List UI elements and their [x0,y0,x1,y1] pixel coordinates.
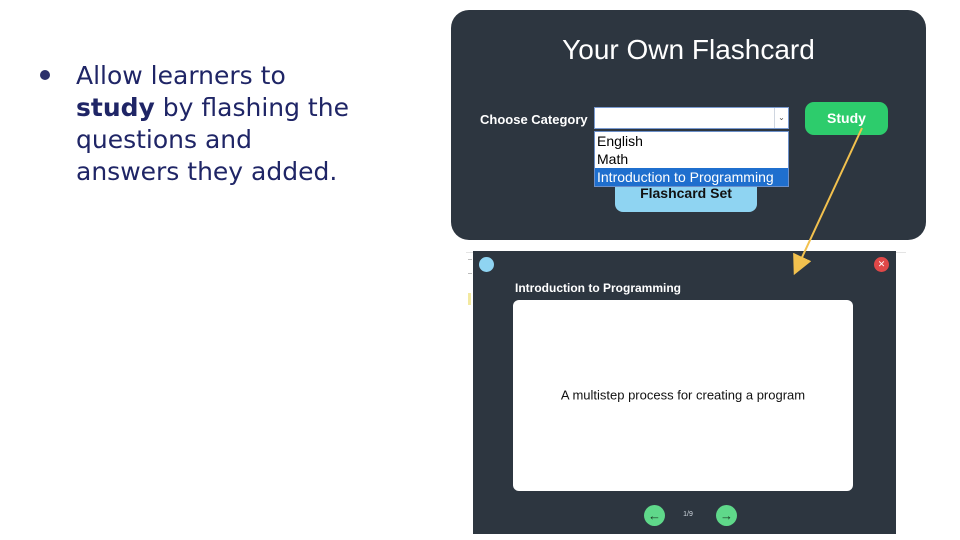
dropdown-option-english[interactable]: English [595,132,788,150]
chevron-down-icon[interactable]: ⌄ [774,108,788,128]
bullet-line-4: answers they added. [76,157,338,186]
close-icon[interactable]: ✕ [874,257,889,272]
bullet-dot [40,70,50,80]
bullet-bold-word: study [76,93,155,122]
flashcard-panel: Your Own Flashcard Choose Category Flash… [451,10,926,240]
category-select[interactable]: ⌄ [594,107,789,129]
dropdown-option-math[interactable]: Math [595,150,788,168]
dropdown-option-intro-programming[interactable]: Introduction to Programming [595,168,788,186]
study-button[interactable]: Study [805,102,888,135]
modal-indicator-dot [479,257,494,272]
card-counter: 1/9 [683,511,693,518]
bullet-line-3: questions and [76,125,253,154]
modal-title: Introduction to Programming [515,281,681,295]
category-label: Choose Category [480,112,588,127]
panel-title: Your Own Flashcard [562,34,815,65]
bullet-text: Allow learners to study by flashing the … [76,60,360,188]
bullet-point: Allow learners to study by flashing the … [40,60,360,188]
flashcard-set-label: Flashcard Set [640,185,732,201]
bullet-line-1: Allow learners to [76,61,286,90]
flashcard-text: A multistep process for creating a progr… [560,387,806,403]
arrow-right-icon[interactable]: → [716,505,737,526]
study-modal: ✕ Introduction to Programming A multiste… [473,251,896,534]
bullet-line-2: by flashing the [154,93,349,122]
arrow-left-icon[interactable]: ← [644,505,665,526]
flashcard[interactable]: A multistep process for creating a progr… [513,300,853,491]
category-dropdown: English Math Introduction to Programming [594,131,789,187]
